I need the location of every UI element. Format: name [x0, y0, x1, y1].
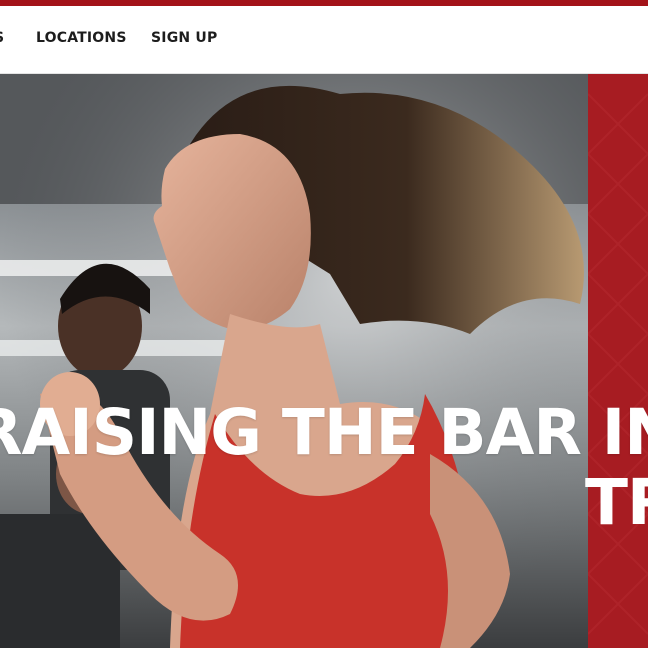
nav-link-locations[interactable]: LOCATIONS: [36, 30, 127, 46]
nav-link-sign-up[interactable]: SIGN UP: [151, 30, 217, 46]
runners-photo-illustration: [0, 74, 588, 648]
panel-pattern: [588, 93, 648, 635]
hero-photo: [0, 74, 588, 648]
hero-headline-line-2: TR: [585, 466, 648, 539]
hero-section: RAISING THE BAR IN PE TR: [0, 74, 648, 648]
brand-red-panel: [588, 74, 648, 648]
hero-headline-line-1: RAISING THE BAR IN PE: [0, 396, 648, 469]
nav-link-truncated[interactable]: S: [0, 30, 4, 46]
main-nav-bar: S LOCATIONS SIGN UP: [0, 6, 648, 74]
